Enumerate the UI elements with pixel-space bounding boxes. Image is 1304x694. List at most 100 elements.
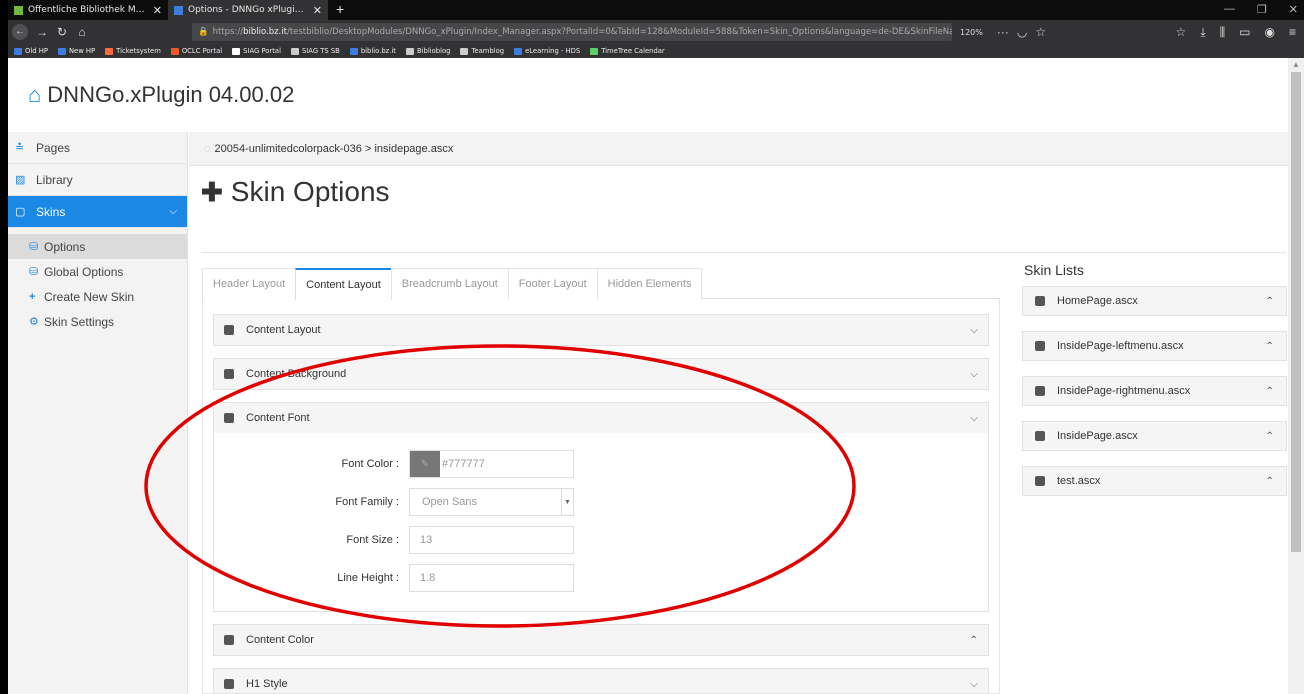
url-bar[interactable]: 🔒 https://biblio.bz.it/testbiblio/Deskto… [192,23,952,41]
downloads-icon[interactable]: ⤓ [1200,25,1205,40]
chevron-up-icon[interactable]: ⌃ [1266,386,1274,397]
app-header: ⌂ DNNGo.xPlugin 04.00.02 [8,58,1288,132]
bookmark-item[interactable]: TimeTree Calendar [590,47,665,55]
bookmark-item[interactable]: Biblioblog [405,47,450,55]
zoom-level[interactable]: 120% [960,28,983,37]
bookmark-star-icon[interactable]: ☆ [1035,25,1046,39]
page-scrollbar[interactable]: ▲ [1288,58,1304,694]
accordion-header[interactable]: Content Font ⌵ [214,403,988,433]
database-icon: ⛁ [29,266,39,278]
chevron-up-icon[interactable]: ⌃ [1266,431,1274,442]
accordion-header[interactable]: Content Background ⌵ [214,359,988,389]
bookmark-item[interactable]: Old HP [14,47,48,55]
select-arrow-icon[interactable]: ▼ [561,489,573,515]
close-tab-icon[interactable]: ✕ [313,4,322,17]
reload-icon[interactable]: ↻ [52,25,72,39]
plus-icon: + [29,290,36,303]
font-color-value[interactable]: #777777 [442,458,485,470]
bookmark-item[interactable]: eLearning - HDS [514,47,580,55]
page-actions-icon[interactable]: ··· [997,25,1009,39]
pocket-icon[interactable]: ◡ [1017,25,1027,39]
bookmark-item[interactable]: OCLC Portal [170,47,223,55]
tab-content-layout[interactable]: Content Layout [295,268,392,300]
sidebar-item-label: Skins [36,204,66,219]
skin-list-item[interactable]: test.ascx ⌃ [1022,466,1287,496]
sidebar-subitem-options[interactable]: ⛁ Options [8,234,187,259]
chevron-up-icon[interactable]: ⌃ [1266,476,1274,487]
bookmark-item[interactable]: Teamblog [460,47,504,55]
panel-icon [224,413,234,423]
account-icon[interactable]: ◉ [1265,25,1275,40]
options-tabs: Header Layout Content Layout Breadcrumb … [202,268,1000,300]
tab-breadcrumb-layout[interactable]: Breadcrumb Layout [390,268,509,299]
bookmarks-menu-icon[interactable]: ☆ [1176,25,1187,40]
tab-panel: Content Layout ⌵ Content Background ⌵ Co… [202,299,1000,694]
bookmark-label: Old HP [25,47,48,55]
skin-list-item[interactable]: InsidePage-leftmenu.ascx ⌃ [1022,331,1287,361]
bookmark-label: TimeTree Calendar [601,47,665,55]
sidebar-item-pages[interactable]: ≛ Pages [8,132,187,164]
minimize-icon[interactable]: — [1224,3,1235,16]
skin-list-item[interactable]: InsidePage-rightmenu.ascx ⌃ [1022,376,1287,406]
accordion-header[interactable]: Content Layout ⌵ [214,315,988,345]
bookmark-item[interactable]: New HP [57,47,95,55]
page-title-text: Skin Options [230,176,390,207]
forward-icon[interactable]: → [32,25,52,39]
chevron-up-icon[interactable]: ⌃ [1266,296,1274,307]
bookmark-item[interactable]: SIAG Portal [232,47,281,55]
sidebar-subitem-create-new-skin[interactable]: + Create New Skin [8,284,187,309]
accordion-header[interactable]: H1 Style ⌵ [214,669,988,693]
menu-icon[interactable]: ≡ [1289,25,1296,40]
chevron-down-icon: ⌵ [970,412,978,424]
line-height-input[interactable]: 1.8 [409,564,574,592]
bookmark-icon [405,47,414,55]
font-size-input[interactable]: 13 [409,526,574,554]
maximize-icon[interactable]: ❐ [1257,3,1267,16]
color-swatch-icon[interactable]: ✎ [410,451,440,477]
font-family-select[interactable]: Open Sans ▼ [409,488,574,516]
bookmark-label: OCLC Portal [181,47,223,55]
home-icon[interactable]: ⌂ [72,25,92,39]
sidebar-subitem-skin-settings[interactable]: ⚙ Skin Settings [8,309,187,334]
scroll-up-icon[interactable]: ▲ [1292,60,1300,69]
sidebar-subitem-global-options[interactable]: ⛁ Global Options [8,259,187,284]
sidebar-subitem-label: Create New Skin [44,289,135,304]
close-tab-icon[interactable]: ✕ [153,4,162,17]
font-color-picker[interactable]: ✎ #777777 [409,450,574,478]
chevron-down-icon: ⌵ [970,324,978,336]
breadcrumb-icon: ◌ [204,142,211,155]
browser-tab-library[interactable]: Öffentliche Bibliothek Musterh ✕ [8,0,168,20]
close-window-icon[interactable]: ✕ [1289,3,1298,16]
new-tab-button[interactable]: + [328,0,352,20]
browser-tab-options[interactable]: Options - DNNGo xPlugin - xPl ✕ [168,0,328,20]
bookmark-item[interactable]: biblio.bz.it [349,47,396,55]
bookmark-label: biblio.bz.it [360,47,396,55]
tab-header-layout[interactable]: Header Layout [202,268,297,299]
scrollbar-thumb[interactable] [1291,72,1301,552]
sidebar-item-library[interactable]: ▨ Library [8,164,187,196]
skin-list-item[interactable]: InsidePage.ascx ⌃ [1022,421,1287,451]
panel-icon [1035,341,1045,351]
sidebar-subitem-label: Options [44,239,86,254]
dnngo-favicon-icon [174,5,183,15]
chevron-up-icon[interactable]: ⌃ [1266,341,1274,352]
breadcrumb-text: 20054-unlimitedcolorpack-036 > insidepag… [214,142,454,155]
accordion-header[interactable]: Content Color ⌃ [214,625,988,655]
tab-hidden-elements[interactable]: Hidden Elements [596,268,703,299]
gear-icon: ⚙ [29,316,39,328]
home-icon[interactable]: ⌂ [28,82,41,108]
bookmark-item[interactable]: Ticketsystem [105,47,161,55]
form-row-font-family: Font Family : Open Sans ▼ [214,483,988,521]
panel-icon [224,325,234,335]
sidebar-toggle-icon[interactable]: ▭ [1239,25,1250,40]
bookmark-item[interactable]: SIAG TS SB [290,47,340,55]
accordion-title: Content Layout [246,324,321,336]
sidebar-item-skins[interactable]: ▢ Skins ⌵ [8,196,187,228]
tab-footer-layout[interactable]: Footer Layout [507,268,598,299]
accordion-title: Content Color [246,634,314,646]
bookmark-icon [105,47,114,55]
library-icon[interactable]: ⫼ [1220,25,1226,40]
back-icon[interactable]: ← [12,24,28,40]
skin-list-item[interactable]: HomePage.ascx ⌃ [1022,286,1287,316]
skin-lists-title: Skin Lists [1024,262,1084,278]
